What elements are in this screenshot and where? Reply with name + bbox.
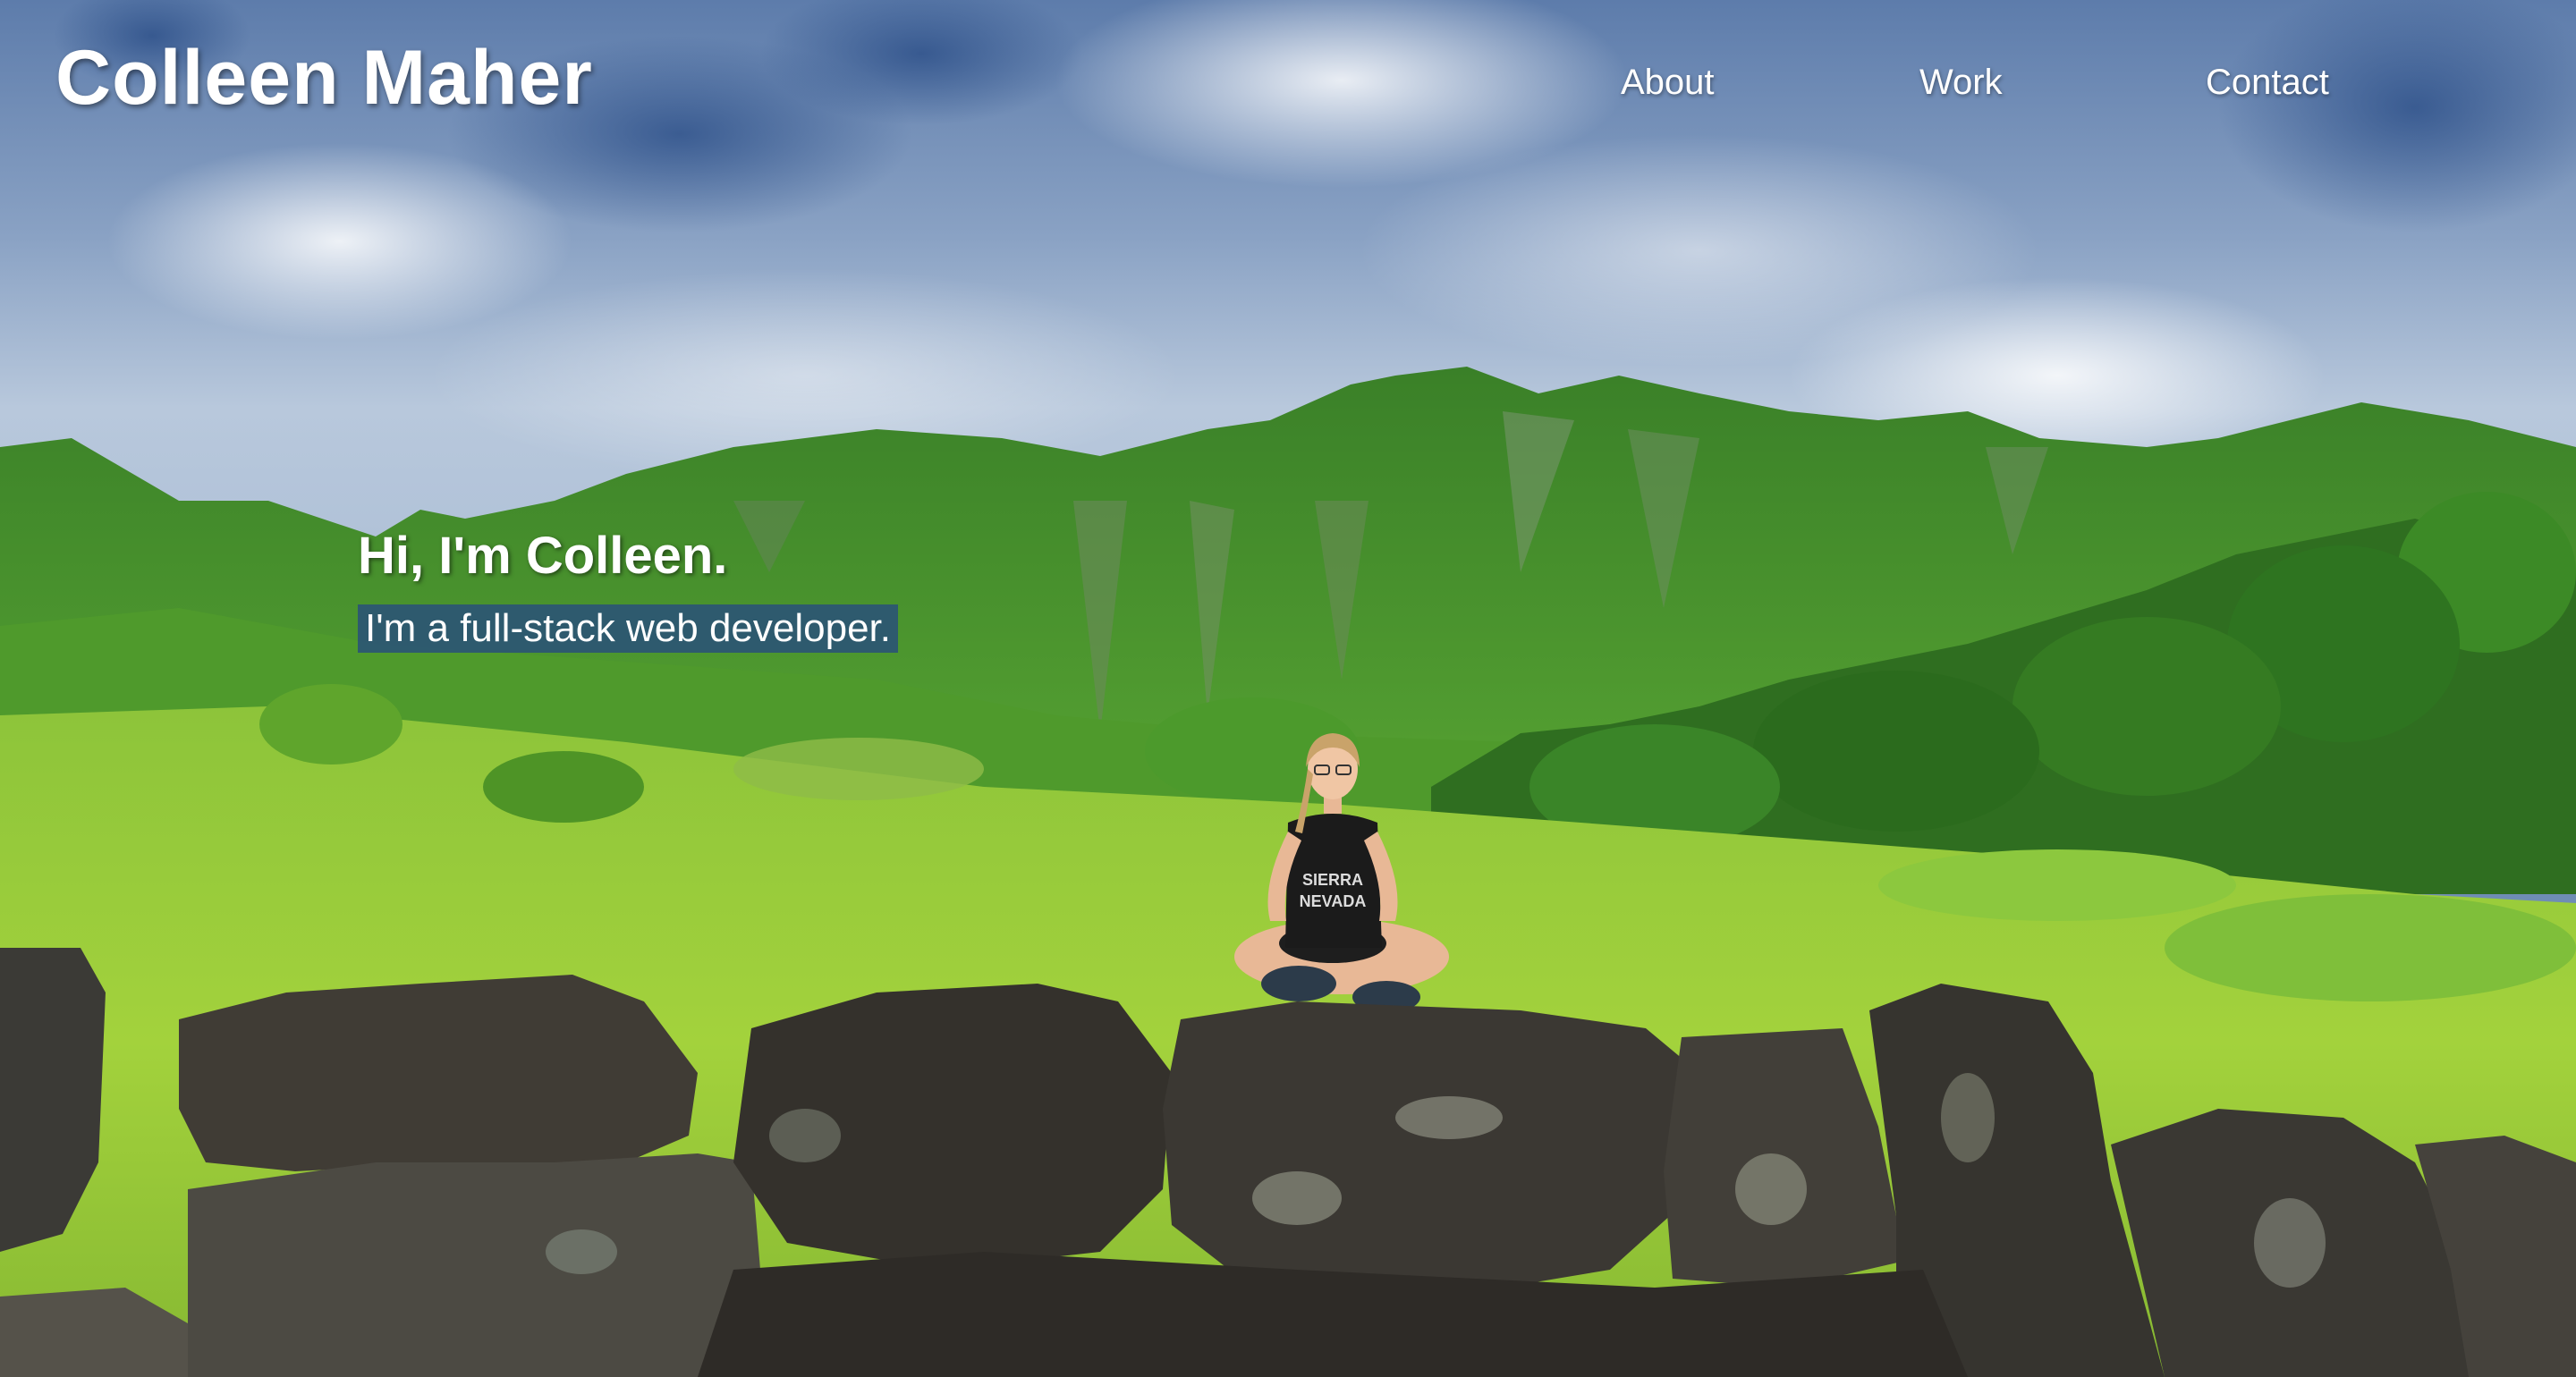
hero-section: SIERRA NEVADA Colleen Maher About Work C… xyxy=(0,0,2576,1377)
nav-link-about[interactable]: About xyxy=(1621,63,1715,103)
hero-background-image: SIERRA NEVADA xyxy=(0,0,2576,1377)
site-title-link[interactable]: Colleen Maher xyxy=(55,36,593,121)
nav-link-work[interactable]: Work xyxy=(1919,63,2003,103)
greeting-heading: Hi, I'm Colleen. xyxy=(358,527,728,585)
shirt-print-line-2: NEVADA xyxy=(1300,892,1367,910)
shirt-print-line-1: SIERRA xyxy=(1302,871,1363,889)
tagline-text: I'm a full-stack web developer. xyxy=(358,604,899,654)
nav-link-contact[interactable]: Contact xyxy=(2206,63,2329,103)
main-navigation: About Work Contact xyxy=(1610,63,2504,113)
intro-block: Hi, I'm Colleen. I'm a full-stack web de… xyxy=(358,527,899,654)
